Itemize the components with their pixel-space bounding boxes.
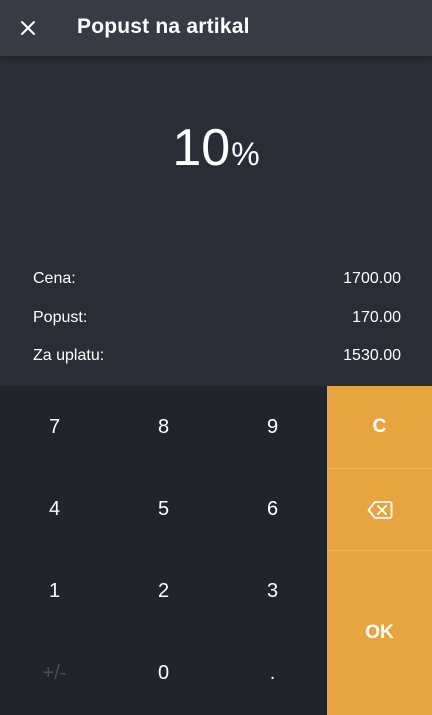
key-4[interactable]: 4 [0, 468, 109, 550]
backspace-button[interactable] [327, 469, 432, 550]
discount-screen: Popust na artikal 10% Cena: 1700.00 Popu… [0, 0, 432, 715]
close-button[interactable] [12, 12, 44, 44]
key-decimal[interactable]: . [218, 632, 327, 714]
price-row: Cena: 1700.00 [33, 270, 401, 294]
discount-amount: 170.00 [352, 309, 401, 326]
price-value: 1700.00 [343, 270, 401, 287]
key-0[interactable]: 0 [109, 632, 218, 714]
key-6[interactable]: 6 [218, 468, 327, 550]
key-9[interactable]: 9 [218, 386, 327, 468]
key-plus-minus: +/- [42, 661, 67, 684]
ok-button[interactable]: OK [327, 551, 432, 715]
key-8[interactable]: 8 [109, 386, 218, 468]
price-label: Cena: [33, 270, 76, 287]
key-2[interactable]: 2 [109, 550, 218, 632]
numeric-keypad: 7 8 9 4 5 6 1 2 3 +/- 0 . [0, 386, 327, 715]
key-7[interactable]: 7 [0, 386, 109, 468]
backspace-icon [367, 500, 392, 519]
total-value: 1530.00 [343, 347, 401, 364]
discount-unit: % [231, 136, 260, 172]
clear-button[interactable]: C [327, 386, 432, 468]
discount-row: Popust: 170.00 [33, 309, 401, 333]
total-row: Za uplatu: 1530.00 [33, 347, 401, 371]
key-5[interactable]: 5 [109, 468, 218, 550]
discount-value: 10 [172, 119, 231, 177]
discount-display: 10% [0, 118, 432, 198]
key-1[interactable]: 1 [0, 550, 109, 632]
action-keys: C OK [327, 386, 432, 715]
app-header: Popust na artikal [0, 0, 432, 56]
discount-label: Popust: [33, 309, 88, 326]
page-title: Popust na artikal [77, 15, 250, 38]
key-3[interactable]: 3 [218, 550, 327, 632]
close-icon [21, 21, 35, 35]
total-label: Za uplatu: [33, 347, 105, 364]
